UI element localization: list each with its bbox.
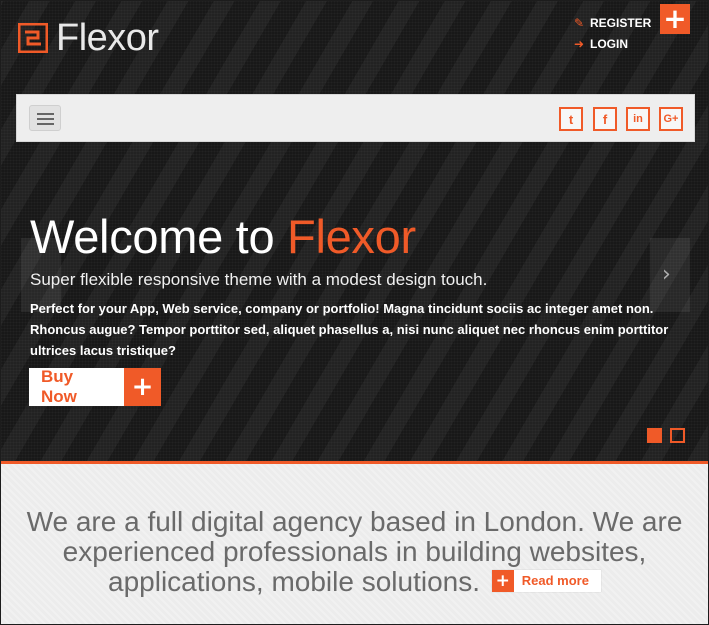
edit-icon: ✎ [574, 16, 585, 30]
slide-indicator-1[interactable] [647, 428, 662, 443]
page-frame: Flexor ✎ REGISTER ➜ LOGIN + t f in G+ › [0, 0, 709, 625]
buy-now-button[interactable]: Buy Now + [29, 367, 161, 406]
read-more-label: Read more [521, 572, 589, 588]
intro-text: We are a full digital agency based in Lo… [11, 507, 698, 597]
register-link[interactable]: ✎ REGISTER [574, 16, 651, 30]
login-link[interactable]: ➜ LOGIN [574, 37, 651, 51]
logo[interactable]: Flexor [18, 18, 159, 58]
navbar: t f in G+ [16, 94, 695, 142]
hero-body-text: Perfect for your App, Web service, compa… [30, 301, 669, 358]
sign-in-icon: ➜ [574, 37, 585, 51]
hamburger-icon[interactable] [29, 105, 61, 131]
register-label: REGISTER [590, 16, 652, 30]
twitter-icon[interactable]: t [559, 107, 583, 131]
intro-section: We are a full digital agency based in Lo… [1, 464, 708, 624]
plus-icon: + [491, 569, 514, 592]
login-label: LOGIN [590, 37, 628, 51]
hero-subtitle: Super flexible responsive theme with a m… [30, 270, 488, 289]
hero-title-prefix: Welcome to [30, 210, 288, 263]
linkedin-icon[interactable]: in [626, 107, 650, 131]
hero-title: Welcome to Flexor [30, 209, 416, 265]
slide-indicator-2[interactable] [670, 428, 685, 443]
auth-links: ✎ REGISTER ➜ LOGIN [574, 16, 651, 58]
brand-name: Flexor [56, 17, 159, 59]
read-more-button[interactable]: + Read more [491, 569, 601, 592]
facebook-icon[interactable]: f [593, 107, 617, 131]
plus-icon: + [124, 368, 161, 406]
google-plus-icon[interactable]: G+ [659, 107, 683, 131]
hero-title-accent: Flexor [287, 210, 416, 263]
flexor-logo-icon [18, 23, 48, 53]
buy-now-label: Buy Now [29, 367, 124, 406]
corner-plus-button[interactable]: + [660, 4, 690, 34]
hero-section: Flexor ✎ REGISTER ➜ LOGIN + t f in G+ › [1, 1, 708, 461]
chevron-right-icon: › [662, 262, 671, 287]
